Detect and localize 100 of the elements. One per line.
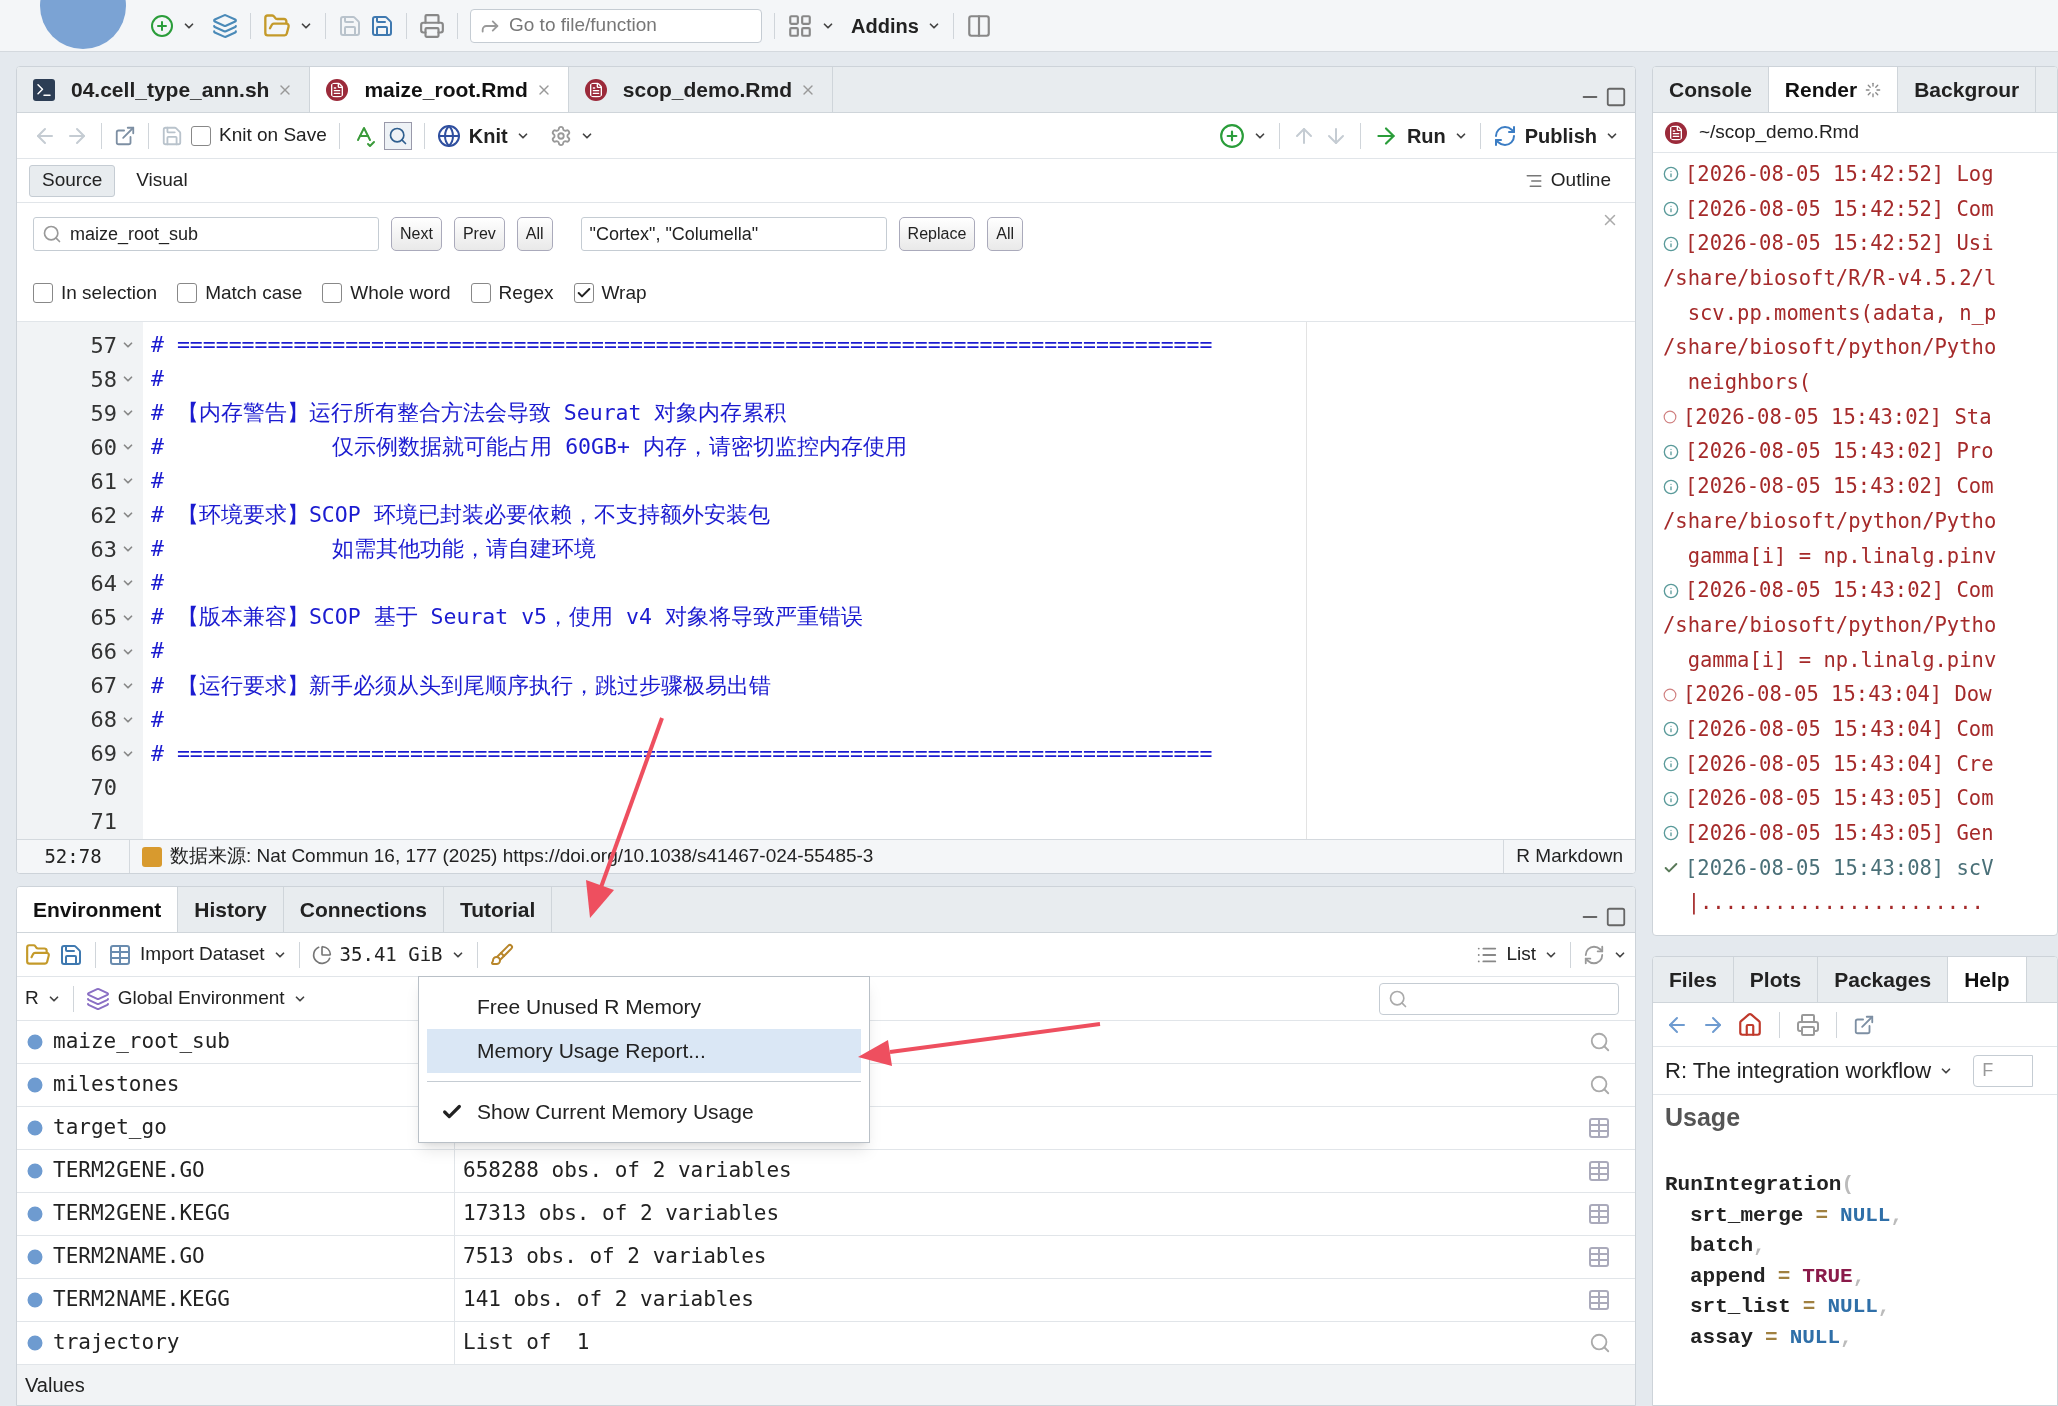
- console-line: scv.pp.moments(adata, n_p: [1686, 299, 1997, 327]
- menu-item[interactable]: Free Unused R Memory: [427, 985, 861, 1029]
- info-icon: [1663, 443, 1679, 460]
- print-icon[interactable]: [1796, 1012, 1820, 1037]
- expand-icon[interactable]: [25, 1075, 45, 1095]
- checkbox[interactable]: Whole word: [322, 278, 451, 308]
- console-line: [2026-08-05 15:43:08] scV: [1685, 854, 1994, 882]
- info-icon: [1663, 825, 1679, 842]
- checkbox[interactable]: In selection: [33, 278, 158, 308]
- tab[interactable]: Help: [1948, 957, 2027, 1002]
- topic-menu[interactable]: R: The integration workflow: [1665, 1054, 1932, 1087]
- menu-item[interactable]: Show Current Memory Usage: [427, 1090, 861, 1134]
- find-button[interactable]: Prev: [453, 217, 505, 251]
- code-comment: # 【版本兼容】SCOP 基于 Seurat v5，使用 v4 对象将导致严重错误: [151, 603, 863, 632]
- menu-item[interactable]: Memory Usage Report...: [427, 1029, 861, 1073]
- save-icon[interactable]: [59, 942, 83, 967]
- checkbox[interactable]: Match case: [177, 278, 303, 308]
- broom-icon[interactable]: [489, 942, 514, 967]
- line-number: 57: [90, 331, 117, 360]
- find-button[interactable]: Next: [391, 217, 442, 251]
- table-icon[interactable]: [1587, 1116, 1611, 1140]
- console-line: [2026-08-05 15:43:04] Dow: [1683, 681, 1992, 709]
- home-icon[interactable]: [1737, 1011, 1763, 1038]
- expand-icon[interactable]: [25, 1118, 45, 1138]
- spinner-icon: [1865, 81, 1882, 98]
- object-name: TERM2GENE.GO: [53, 1157, 205, 1185]
- find-button[interactable]: All: [516, 217, 553, 251]
- folder-icon[interactable]: [25, 941, 51, 968]
- table-icon[interactable]: [1587, 1245, 1611, 1269]
- project-icon[interactable]: [212, 12, 238, 39]
- cursor-position: 52:78: [43, 844, 103, 870]
- table-icon: [108, 942, 132, 967]
- addins-menu[interactable]: Addins: [851, 10, 941, 41]
- expand-icon[interactable]: [25, 1204, 45, 1224]
- tab[interactable]: maize_root.Rmd: [310, 67, 569, 112]
- maximize-icon[interactable]: [1605, 906, 1627, 928]
- checkbox[interactable]: Knit on Save: [191, 121, 327, 150]
- search-icon: [42, 224, 62, 244]
- console-line: [2026-08-05 15:42:52] Log: [1685, 160, 1994, 188]
- expand-icon[interactable]: [25, 1032, 45, 1052]
- line-number: 67: [90, 672, 117, 701]
- mode-tab[interactable]: Visual: [123, 164, 201, 197]
- popout-icon[interactable]: [114, 124, 136, 147]
- checkbox[interactable]: Wrap: [573, 278, 647, 308]
- knit-button[interactable]: Knit: [436, 120, 508, 151]
- object-name: TERM2NAME.GO: [53, 1243, 205, 1271]
- expand-icon[interactable]: [25, 1247, 45, 1267]
- tab[interactable]: Environment: [17, 887, 179, 932]
- expand-icon[interactable]: [25, 1161, 45, 1181]
- import-dataset-button[interactable]: Import Dataset: [108, 940, 265, 969]
- object-name: maize_root_sub: [53, 1028, 230, 1056]
- placeholder: Go to file/function: [509, 13, 657, 38]
- find-button[interactable]: All: [987, 217, 1024, 251]
- line-number: 71: [90, 808, 117, 837]
- language-menu[interactable]: R: [25, 984, 39, 1013]
- table-icon[interactable]: [1587, 1202, 1611, 1226]
- object-value: List of 1: [463, 1329, 590, 1357]
- search-field[interactable]: maize_root_sub: [33, 217, 379, 251]
- grid-icon[interactable]: [787, 12, 813, 39]
- replace-field[interactable]: "Cortex", "Columella": [580, 217, 887, 251]
- refresh-icon[interactable]: [1583, 943, 1605, 966]
- code-comment: #: [151, 705, 164, 734]
- table-icon[interactable]: [1587, 1159, 1611, 1183]
- mode-tab[interactable]: Source: [29, 164, 116, 197]
- code-comment: # 仅示例数据就可能占用 60GB+ 内存，请密切监控内存使用: [151, 433, 907, 462]
- object-name: TERM2NAME.KEGG: [53, 1286, 230, 1314]
- document-icon: [584, 78, 607, 101]
- memory-button[interactable]: 35.41 GiB: [311, 940, 443, 969]
- console-line: [2026-08-05 15:43:02] Sta: [1683, 403, 1992, 431]
- tab[interactable]: Render: [1768, 67, 1899, 112]
- console-line: [2026-08-05 15:43:05] Com: [1685, 785, 1994, 813]
- new-file-icon[interactable]: [150, 13, 174, 38]
- find-button[interactable]: Replace: [898, 217, 976, 251]
- code-line: batch,: [1690, 1234, 1766, 1257]
- publish-button[interactable]: Publish: [1492, 120, 1597, 151]
- popout-icon[interactable]: [1853, 1013, 1875, 1036]
- expand-icon[interactable]: [25, 1290, 45, 1310]
- table-icon[interactable]: [1587, 1288, 1611, 1312]
- checkbox[interactable]: Regex: [470, 278, 554, 308]
- info-icon: [1663, 790, 1679, 807]
- expand-icon[interactable]: [25, 1333, 45, 1353]
- language-selector[interactable]: R Markdown: [1504, 842, 1635, 871]
- run-button[interactable]: Run: [1372, 120, 1446, 151]
- section-heading: Usage: [1665, 1102, 1742, 1133]
- layout-icon[interactable]: [965, 12, 992, 39]
- document-icon: [326, 78, 349, 101]
- save-all-icon[interactable]: [370, 13, 394, 38]
- print-icon[interactable]: [419, 12, 445, 39]
- view-menu[interactable]: List: [1476, 940, 1536, 969]
- maximize-icon[interactable]: [1605, 86, 1627, 108]
- outline-button[interactable]: Outline: [1524, 166, 1611, 195]
- search-icon[interactable]: [383, 121, 412, 150]
- search-field[interactable]: [1379, 982, 1619, 1015]
- console-line: |.......................: [1686, 889, 1984, 917]
- goto-field[interactable]: Go to file/function: [470, 8, 762, 43]
- settings-icon[interactable]: [549, 124, 572, 147]
- insert-chunk-icon[interactable]: [1218, 122, 1245, 149]
- info-icon: [1663, 201, 1679, 218]
- scope-menu[interactable]: Global Environment: [85, 984, 285, 1013]
- code-line: assay = NULL,: [1690, 1325, 1853, 1349]
